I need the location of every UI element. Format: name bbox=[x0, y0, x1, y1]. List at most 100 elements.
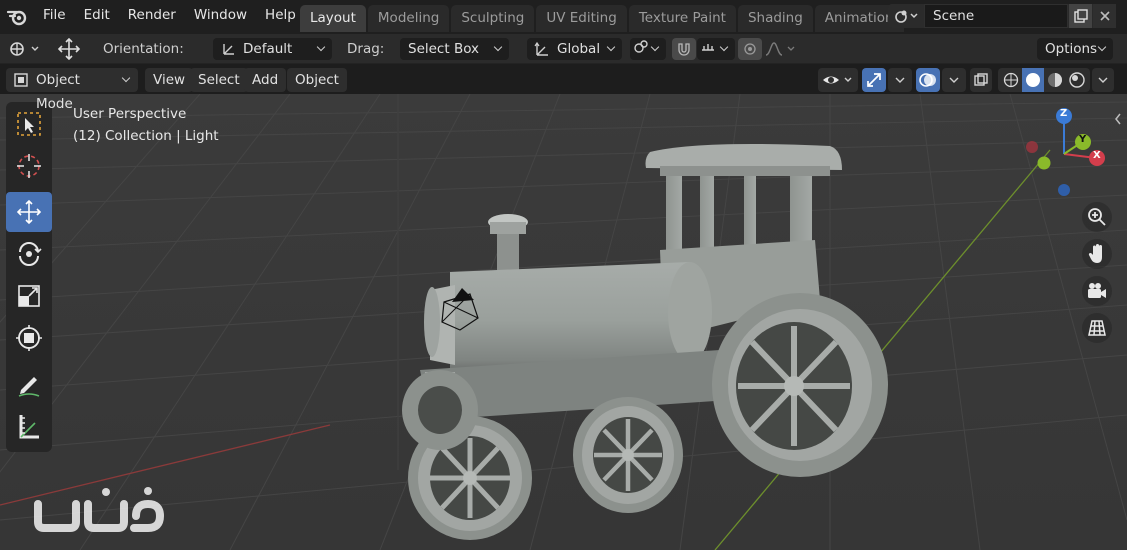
orientation-label: Orientation: bbox=[103, 41, 184, 57]
options-dropdown[interactable]: Options bbox=[1037, 38, 1113, 60]
delete-scene-button[interactable] bbox=[1092, 4, 1116, 28]
scale-tool[interactable] bbox=[6, 276, 52, 316]
rotate-icon bbox=[19, 242, 42, 266]
transform-orientation-dropdown[interactable]: Global bbox=[527, 38, 622, 60]
drag-dropdown[interactable]: Select Box bbox=[400, 38, 509, 60]
workspace-tabs: Layout Modeling Sculpting UV Editing Tex… bbox=[300, 5, 904, 32]
scene-browse-button[interactable] bbox=[888, 4, 924, 28]
gizmo-dropdown[interactable] bbox=[888, 68, 912, 92]
snap-increment-icon bbox=[702, 44, 714, 51]
orientation-value: Default bbox=[243, 41, 293, 57]
transform-icon bbox=[16, 325, 42, 351]
cursor-icon bbox=[17, 154, 41, 178]
tool-icon-dropdown[interactable] bbox=[8, 38, 42, 60]
move-icon bbox=[16, 199, 42, 225]
wireframe-shading-icon[interactable] bbox=[1000, 72, 1022, 88]
rendered-shading-icon[interactable] bbox=[1066, 72, 1088, 88]
falloff-dropdown[interactable] bbox=[764, 38, 798, 60]
rotate-tool[interactable] bbox=[6, 234, 52, 274]
magnet-icon bbox=[678, 43, 690, 56]
transform-orientation-value: Global bbox=[557, 41, 601, 57]
orientation-dropdown-wrap: Default bbox=[213, 38, 332, 60]
material-preview-icon[interactable] bbox=[1044, 72, 1066, 88]
xray-icon bbox=[974, 73, 988, 86]
3d-viewport[interactable]: Z X Y User Perspective (12) Collection |… bbox=[0, 94, 1127, 550]
chevron-down-icon bbox=[1098, 77, 1108, 83]
add-menu[interactable]: Add bbox=[244, 68, 287, 92]
watermark-logo bbox=[30, 482, 170, 546]
ortho-grid-icon[interactable] bbox=[1082, 313, 1112, 343]
viewport-header: Object Mode View Select Add Object bbox=[0, 64, 1127, 112]
falloff-curve-icon bbox=[765, 42, 795, 56]
move-tool[interactable] bbox=[6, 192, 52, 232]
options-dropdown-wrap: Options bbox=[1037, 38, 1113, 60]
tab-shading[interactable]: Shading bbox=[737, 5, 813, 32]
top-bar: File Edit Render Window Help Layout Mode… bbox=[0, 0, 1127, 34]
visibility-dropdown[interactable] bbox=[818, 68, 858, 92]
menu-help[interactable]: Help bbox=[256, 0, 305, 34]
move-tool-icon[interactable] bbox=[54, 38, 84, 60]
viewport-collection-label: (12) Collection | Light bbox=[73, 128, 219, 144]
snap-toggle[interactable] bbox=[672, 38, 696, 60]
measure-ruler-icon bbox=[19, 415, 39, 439]
solid-shading-icon[interactable] bbox=[1022, 68, 1044, 92]
pivot-dropdown[interactable] bbox=[630, 38, 666, 60]
view-menu[interactable]: View bbox=[145, 68, 194, 92]
object-mode-dropdown[interactable]: Object Mode bbox=[6, 68, 138, 112]
navigation-gizmo[interactable]: Z X Y bbox=[1018, 104, 1110, 200]
shading-dropdown[interactable] bbox=[1092, 68, 1114, 92]
menu-file[interactable]: File bbox=[34, 0, 75, 34]
overlays-dropdown[interactable] bbox=[942, 68, 966, 92]
transform-tool[interactable] bbox=[6, 318, 52, 358]
xray-toggle[interactable] bbox=[970, 68, 992, 92]
blender-logo-icon[interactable] bbox=[0, 0, 34, 34]
annotate-pencil-icon bbox=[18, 377, 40, 397]
tab-texture-paint[interactable]: Texture Paint bbox=[628, 5, 736, 32]
proportional-edit-toggle[interactable] bbox=[738, 38, 762, 60]
tool-settings-bar: Orientation: Default Drag: Select Box Gl… bbox=[0, 34, 1127, 64]
shading-modes bbox=[998, 68, 1090, 92]
gizmo-z-label: Z bbox=[1060, 108, 1068, 119]
left-toolbar bbox=[6, 102, 52, 452]
overlays-icon bbox=[919, 73, 936, 87]
new-scene-button[interactable] bbox=[1068, 4, 1092, 28]
cursor-tool[interactable] bbox=[6, 146, 52, 186]
sidebar-toggle-chevron-icon[interactable] bbox=[1113, 112, 1125, 130]
viewport-perspective-label: User Perspective bbox=[73, 106, 187, 122]
menu-window[interactable]: Window bbox=[185, 0, 256, 34]
orientation-dropdown[interactable]: Default bbox=[213, 38, 332, 60]
gizmo-x-label: X bbox=[1093, 150, 1101, 161]
annotate-tool[interactable] bbox=[6, 364, 52, 404]
eye-icon bbox=[823, 76, 852, 84]
chevron-down-icon bbox=[949, 77, 959, 83]
zoom-icon[interactable] bbox=[1082, 202, 1112, 232]
object-mode-icon bbox=[13, 72, 29, 96]
tab-layout[interactable]: Layout bbox=[300, 5, 366, 32]
select-menu[interactable]: Select bbox=[190, 68, 248, 92]
pivot-icon bbox=[634, 40, 648, 53]
measure-tool[interactable] bbox=[6, 406, 52, 446]
tab-uv-editing[interactable]: UV Editing bbox=[536, 5, 627, 32]
chevron-down-icon bbox=[895, 77, 905, 83]
scene-selector: Scene bbox=[888, 4, 1116, 28]
scene-name-field[interactable]: Scene bbox=[924, 4, 1068, 28]
orientation-icon bbox=[221, 41, 237, 64]
gizmo-toggle[interactable] bbox=[862, 68, 886, 92]
snap-target-dropdown[interactable] bbox=[697, 38, 735, 60]
tab-sculpting[interactable]: Sculpting bbox=[451, 5, 535, 32]
global-axes-icon bbox=[534, 41, 550, 64]
menu-edit[interactable]: Edit bbox=[75, 0, 119, 34]
proportional-edit-icon bbox=[744, 43, 756, 55]
overlays-toggle[interactable] bbox=[916, 68, 940, 92]
camera-icon[interactable] bbox=[1082, 276, 1112, 306]
transform-orientation-wrap: Global bbox=[527, 38, 622, 60]
tab-modeling[interactable]: Modeling bbox=[367, 5, 450, 32]
menu-render[interactable]: Render bbox=[119, 0, 185, 34]
pan-hand-icon[interactable] bbox=[1082, 239, 1112, 269]
drag-dropdown-wrap: Select Box bbox=[400, 38, 509, 60]
gizmo-arrow-icon bbox=[867, 73, 881, 87]
scale-icon bbox=[18, 285, 40, 307]
gizmo-y-label: Y bbox=[1079, 134, 1087, 145]
object-menu[interactable]: Object bbox=[287, 68, 347, 92]
drag-label: Drag: bbox=[347, 41, 385, 57]
